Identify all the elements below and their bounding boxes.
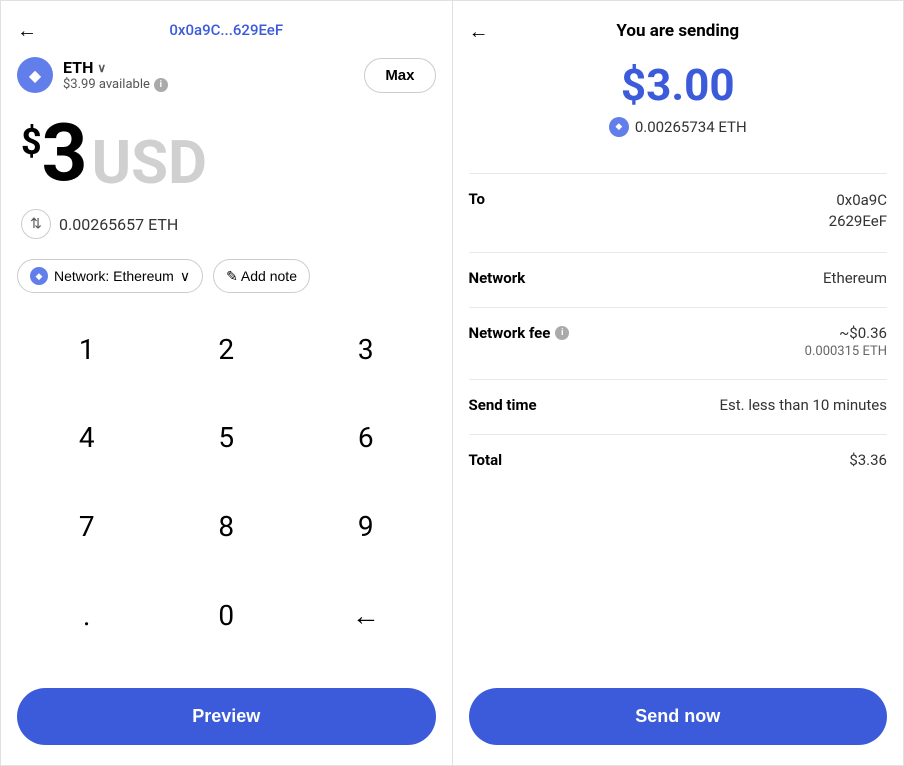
right-panel-content: $3.00 ◆ 0.00265734 ETH To 0x0a9C 2629EeF	[469, 59, 888, 745]
to-row: To 0x0a9C 2629EeF	[469, 190, 888, 232]
right-header-title: You are sending	[616, 21, 739, 41]
token-details: ETH ∨ $3.99 available i	[63, 58, 168, 92]
network-row: Network Ethereum	[469, 269, 888, 287]
token-balance-label: $3.99 available i	[63, 77, 168, 92]
to-label: To	[469, 190, 486, 208]
network-detail-label: Network	[469, 269, 526, 287]
token-name-label: ETH ∨	[63, 58, 168, 77]
amount-display: $ 3 USD	[17, 113, 436, 193]
token-chevron-icon: ∨	[97, 61, 106, 75]
right-header: ← You are sending	[469, 21, 888, 41]
key-6[interactable]: 6	[296, 406, 436, 470]
eth-conversion-text: 0.00265657 ETH	[59, 215, 178, 234]
transaction-details: To 0x0a9C 2629EeF Network Ethereum	[469, 190, 888, 688]
balance-info-icon[interactable]: i	[154, 78, 168, 92]
amount-currency: USD	[92, 133, 208, 193]
key-dot[interactable]: .	[17, 583, 157, 647]
divider-5	[469, 434, 888, 435]
network-fee-info-icon[interactable]: i	[555, 326, 569, 340]
key-9[interactable]: 9	[296, 495, 436, 559]
divider	[469, 173, 888, 174]
network-label: Network: Ethereum	[54, 268, 174, 284]
token-selector[interactable]: ◆ ETH ∨ $3.99 available i	[17, 57, 168, 93]
amount-number: 3	[42, 113, 88, 193]
network-fee-eth: 0.000315 ETH	[805, 344, 887, 359]
options-row: ◆ Network: Ethereum ∨ ✎ Add note	[17, 259, 436, 293]
left-back-button[interactable]: ←	[17, 18, 37, 43]
network-fee-label: Network fee	[469, 324, 551, 342]
network-fee-usd: ~$0.36	[805, 324, 887, 342]
network-detail-value: Ethereum	[823, 269, 887, 287]
send-amount-panel: ← 0x0a9C...629EeF ◆ ETH ∨ $3.99 availabl…	[1, 1, 453, 765]
right-back-button[interactable]: ←	[469, 19, 489, 44]
send-confirmation-panel: ← You are sending $3.00 ◆ 0.00265734 ETH…	[453, 1, 904, 765]
divider-4	[469, 379, 888, 380]
eth-logo-icon: ◆	[17, 57, 53, 93]
send-time-row: Send time Est. less than 10 minutes	[469, 396, 888, 414]
network-eth-icon: ◆	[30, 267, 48, 285]
send-now-button[interactable]: Send now	[469, 688, 888, 745]
swap-currency-button[interactable]: ⇅	[21, 209, 51, 239]
to-address: 0x0a9C 2629EeF	[829, 190, 887, 232]
send-time-value: Est. less than 10 minutes	[719, 396, 887, 414]
preview-button[interactable]: Preview	[17, 688, 436, 745]
add-note-label: ✎ Add note	[226, 268, 297, 285]
send-time-label: Send time	[469, 396, 537, 414]
sending-usd-amount: $3.00	[469, 59, 888, 111]
total-value: $3.36	[849, 451, 887, 469]
key-8[interactable]: 8	[157, 495, 297, 559]
eth-conversion-row: ⇅ 0.00265657 ETH	[17, 209, 436, 239]
key-3[interactable]: 3	[296, 317, 436, 381]
key-4[interactable]: 4	[17, 406, 157, 470]
sending-eth-row: ◆ 0.00265734 ETH	[469, 117, 888, 137]
left-header: ← 0x0a9C...629EeF	[17, 21, 436, 39]
max-button[interactable]: Max	[364, 58, 435, 93]
total-row: Total $3.36	[469, 451, 888, 469]
add-note-button[interactable]: ✎ Add note	[213, 259, 310, 293]
key-1[interactable]: 1	[17, 317, 157, 381]
network-fee-values: ~$0.36 0.000315 ETH	[805, 324, 887, 359]
total-label: Total	[469, 451, 503, 469]
divider-2	[469, 252, 888, 253]
key-5[interactable]: 5	[157, 406, 297, 470]
network-selector-button[interactable]: ◆ Network: Ethereum ∨	[17, 259, 203, 293]
divider-3	[469, 307, 888, 308]
sending-amount-section: $3.00 ◆ 0.00265734 ETH	[469, 59, 888, 137]
key-7[interactable]: 7	[17, 495, 157, 559]
sending-eth-icon: ◆	[609, 117, 629, 137]
numpad: 1 2 3 4 5 6 7 8 9 . 0 ←	[17, 317, 436, 672]
key-backspace[interactable]: ←	[296, 583, 436, 647]
key-0[interactable]: 0	[157, 583, 297, 647]
network-fee-row: Network fee i ~$0.36 0.000315 ETH	[469, 324, 888, 359]
network-fee-label-row: Network fee i	[469, 324, 570, 342]
token-row: ◆ ETH ∨ $3.99 available i Max	[17, 57, 436, 93]
key-2[interactable]: 2	[157, 317, 297, 381]
dollar-sign: $	[21, 121, 42, 163]
wallet-address[interactable]: 0x0a9C...629EeF	[169, 21, 283, 39]
sending-eth-amount: 0.00265734 ETH	[635, 118, 747, 136]
network-chevron-icon: ∨	[180, 268, 190, 285]
